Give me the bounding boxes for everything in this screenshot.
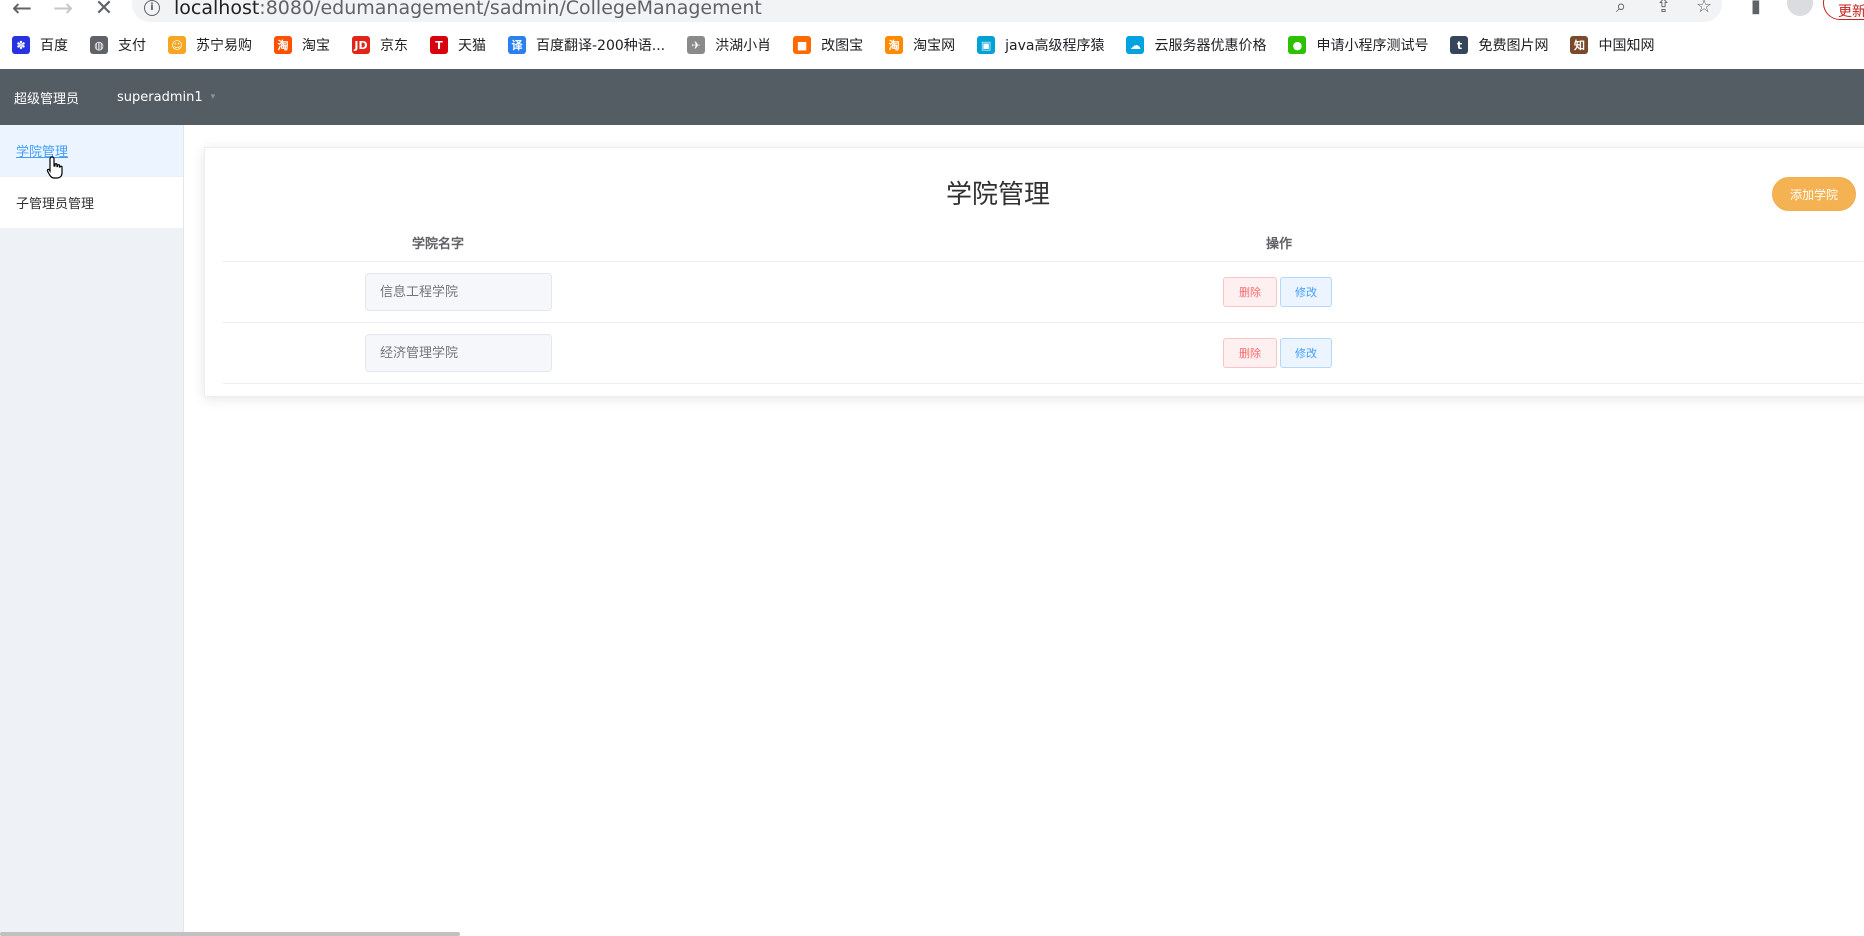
table-header: 学院名字 操作 <box>223 218 1863 262</box>
url-path: :8080/edumanagement/sadmin/CollegeManage… <box>259 0 762 19</box>
table-row: 删除 修改 <box>223 262 1863 323</box>
bookmark-label: 百度翻译-200种语... <box>536 38 666 54</box>
column-header-name: 学院名字 <box>412 237 465 252</box>
college-management-card: 学院管理 添加学院 学院名字 操作 删除 修改 删除 修改 <box>204 147 1864 397</box>
zoom-icon[interactable]: ⌕ <box>1616 0 1626 17</box>
site-info-icon[interactable]: i <box>144 0 160 16</box>
jd-icon: JD <box>352 36 370 54</box>
share-icon[interactable]: ⇪ <box>1656 0 1671 17</box>
bookmark-label: java高级程序猿 <box>1005 38 1105 54</box>
globe-icon: ◍ <box>90 36 108 54</box>
delete-button[interactable]: 删除 <box>1223 277 1277 307</box>
bookmark-item[interactable]: 知中国知网 <box>1570 35 1654 55</box>
delete-button[interactable]: 删除 <box>1223 338 1277 368</box>
bookmarks-bar: ✽ 百度 ◍ 支付 ☺ 苏宁易购淘淘宝 JD 京东 T 天猫译百度翻译-200种语... ✈ 洪湖小肖… <box>0 30 1864 60</box>
bookmark-star-icon[interactable]: ☆ <box>1696 0 1712 17</box>
bookmark-label: 云服务器优惠价格 <box>1154 38 1267 54</box>
role-label: 超级管理员 <box>14 91 80 107</box>
bookmark-item[interactable]: ◍ 支付 <box>90 35 146 55</box>
bookmark-label: 支付 <box>118 38 146 54</box>
side-panel-icon[interactable]: ▮ <box>1751 0 1761 17</box>
hand-cursor-icon <box>46 156 63 179</box>
browser-toolbar: ← → ✕ i localhost:8080/edumanagement/sad… <box>0 0 1864 24</box>
sidebar-item-label: 子管理员管理 <box>16 197 95 212</box>
forward-arrow-icon[interactable]: → <box>47 0 79 22</box>
table-row: 删除 修改 <box>223 323 1863 384</box>
cnki-icon: 知 <box>1570 36 1589 54</box>
bookmark-item[interactable]: ● 申请小程序测试号 <box>1288 35 1428 55</box>
address-bar[interactable]: i localhost:8080/edumanagement/sadmin/Co… <box>132 0 1722 22</box>
horizontal-scrollbar[interactable] <box>0 932 460 936</box>
sidebar-item-college-management[interactable]: 学院管理 <box>0 125 183 177</box>
wechat-icon: ● <box>1288 36 1307 54</box>
bookmark-label: 淘宝网 <box>913 38 956 54</box>
bookmark-item[interactable]: ✽ 百度 <box>12 35 68 55</box>
column-header-actions: 操作 <box>1266 237 1293 252</box>
baidu-icon: ✽ <box>12 36 30 54</box>
page-title: 学院管理 <box>945 180 1050 210</box>
back-arrow-icon[interactable]: ← <box>6 0 38 22</box>
url-text[interactable]: localhost:8080/edumanagement/sadmin/Coll… <box>174 0 762 19</box>
college-table: 学院名字 操作 删除 修改 删除 修改 <box>223 218 1863 384</box>
taobao-icon: 淘 <box>274 36 292 54</box>
bookmark-item[interactable]: ☺ 苏宁易购 <box>168 35 252 55</box>
bookmark-label: 免费图片网 <box>1478 38 1549 54</box>
bird-icon: ✈ <box>687 36 706 54</box>
college-name-input[interactable] <box>365 334 552 372</box>
bookmark-item[interactable]: 淘淘宝 <box>274 35 330 55</box>
edit-button[interactable]: 修改 <box>1280 338 1332 368</box>
bookmark-item[interactable]: T 天猫 <box>430 35 486 55</box>
bookmark-item[interactable]: ■ 改图宝 <box>793 35 863 55</box>
bookmark-item[interactable]: ☁ 云服务器优惠价格 <box>1126 35 1266 55</box>
username: superadmin1 <box>117 89 203 105</box>
user-dropdown[interactable]: superadmin1 ▾ <box>117 90 215 105</box>
sidebar-item-sub-admin-management[interactable]: 子管理员管理 <box>0 177 183 229</box>
college-name-input[interactable] <box>365 273 552 311</box>
bookmark-item[interactable]: t 免费图片网 <box>1450 35 1548 55</box>
bilibili-icon: ▣ <box>977 36 996 54</box>
edit-button[interactable]: 修改 <box>1280 277 1332 307</box>
update-button[interactable]: 更新 <box>1823 0 1864 20</box>
cloud-icon: ☁ <box>1126 36 1145 54</box>
bookmark-label: 淘宝 <box>302 38 330 54</box>
bookmark-label: 申请小程序测试号 <box>1316 38 1429 54</box>
tmall-icon: T <box>430 36 448 54</box>
profile-avatar-icon[interactable] <box>1787 0 1813 16</box>
url-host: localhost <box>174 0 260 19</box>
bookmark-item[interactable]: 译百度翻译-200种语... <box>508 35 665 55</box>
bookmark-label: 苏宁易购 <box>196 38 252 54</box>
tumblr-icon: t <box>1450 36 1469 54</box>
bookmark-item[interactable]: ✈ 洪湖小肖 <box>687 35 771 55</box>
bookmark-label: 洪湖小肖 <box>715 38 772 54</box>
bookmark-item[interactable]: ▣ java高级程序猿 <box>977 35 1104 55</box>
add-college-button[interactable]: 添加学院 <box>1772 177 1856 211</box>
bookmark-label: 中国知网 <box>1598 38 1655 54</box>
bookmark-label: 京东 <box>380 38 408 54</box>
chevron-down-icon: ▾ <box>210 92 216 102</box>
sidebar: 学院管理 子管理员管理 <box>0 125 184 936</box>
gaitubao-icon: ■ <box>793 36 812 54</box>
bookmark-label: 改图宝 <box>821 38 864 54</box>
taobao-icon: 淘 <box>885 36 904 54</box>
bookmark-item[interactable]: JD 京东 <box>352 35 408 55</box>
suning-icon: ☺ <box>168 36 186 54</box>
bookmark-label: 天猫 <box>458 38 486 54</box>
app-header: 超级管理员 superadmin1 ▾ <box>0 69 1864 125</box>
translate-icon: 译 <box>508 36 526 54</box>
bookmark-label: 百度 <box>40 38 68 54</box>
bookmark-item[interactable]: 淘淘宝网 <box>885 35 955 55</box>
stop-loading-icon[interactable]: ✕ <box>88 0 120 22</box>
